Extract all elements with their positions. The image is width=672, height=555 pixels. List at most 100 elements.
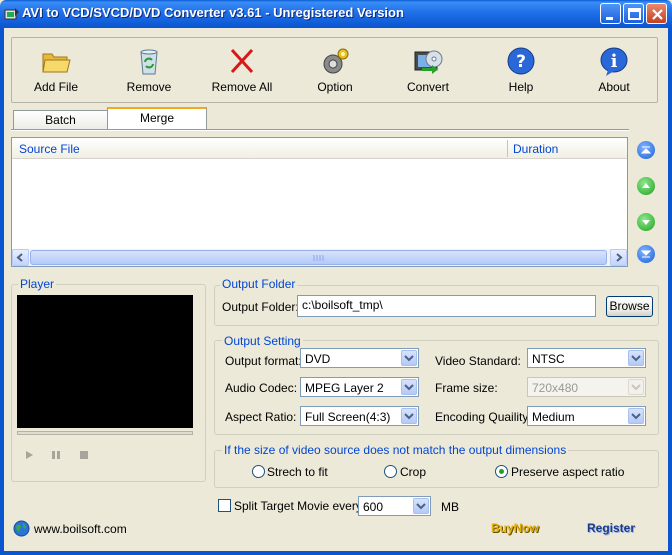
- film-disc-icon: [414, 50, 443, 74]
- info-icon: i: [600, 47, 628, 76]
- move-down-icon: [642, 220, 650, 225]
- move-top-icon: [640, 146, 652, 154]
- scroll-left-button[interactable]: [12, 249, 29, 266]
- play-icon[interactable]: [23, 449, 35, 461]
- move-down-button[interactable]: [637, 213, 655, 231]
- column-duration[interactable]: Duration: [513, 142, 558, 156]
- stretch-to-fit-label[interactable]: Strech to fit: [267, 465, 328, 479]
- close-button[interactable]: [646, 3, 667, 24]
- chevron-down-icon: [628, 379, 644, 395]
- output-folder-label: Output Folder:: [222, 300, 299, 314]
- window-frame-bottom: [0, 551, 672, 555]
- video-preview: [17, 295, 193, 428]
- recycle-bin-icon: [140, 49, 158, 75]
- pause-icon[interactable]: [50, 449, 62, 461]
- maximize-button[interactable]: [623, 3, 644, 24]
- seek-bar[interactable]: [17, 431, 193, 435]
- dimension-title: If the size of video source does not mat…: [222, 443, 569, 457]
- output-setting-title: Output Setting: [222, 334, 303, 348]
- website-link[interactable]: www.boilsoft.com: [34, 522, 127, 536]
- tab-merge[interactable]: Merge: [107, 107, 207, 129]
- remove-all-button[interactable]: Remove All: [207, 46, 277, 100]
- preserve-aspect-ratio-radio[interactable]: [495, 465, 508, 478]
- grip-icon: [313, 255, 324, 261]
- minimize-icon: [606, 17, 613, 20]
- audio-codec-label: Audio Codec:: [225, 381, 298, 395]
- close-icon: [652, 9, 663, 20]
- tab-batch-label: Batch: [45, 113, 76, 127]
- scroll-thumb[interactable]: [30, 250, 607, 265]
- about-button[interactable]: i About: [579, 46, 649, 100]
- red-x-icon: [230, 48, 254, 74]
- crop-radio[interactable]: [384, 465, 397, 478]
- about-label: About: [598, 80, 630, 94]
- aspect-ratio-value: Full Screen(4:3): [305, 410, 391, 424]
- output-folder-field[interactable]: c:\boilsoft_tmp\: [297, 295, 596, 317]
- option-button[interactable]: Option: [300, 46, 370, 100]
- browse-button[interactable]: Browse: [606, 296, 653, 317]
- horizontal-scrollbar[interactable]: [12, 249, 627, 266]
- video-standard-select[interactable]: NTSC: [527, 348, 646, 368]
- remove-button[interactable]: Remove: [114, 46, 184, 100]
- tab-merge-label: Merge: [139, 111, 174, 125]
- output-format-label: Output format:: [225, 354, 302, 368]
- crop-label[interactable]: Crop: [400, 465, 426, 479]
- move-bottom-icon: [640, 250, 652, 258]
- gear-icon: [323, 48, 349, 74]
- frame-size-label: Frame size:: [435, 381, 498, 395]
- split-size-select[interactable]: 600: [358, 496, 431, 516]
- convert-button[interactable]: Convert: [393, 46, 463, 100]
- frame-size-select: 720x480: [527, 377, 646, 397]
- chevron-down-icon: [628, 408, 644, 424]
- split-label[interactable]: Split Target Movie every: [234, 499, 362, 513]
- help-button[interactable]: ? Help: [486, 46, 556, 100]
- chevron-down-icon: [401, 408, 417, 424]
- aspect-ratio-label: Aspect Ratio:: [225, 410, 297, 424]
- buy-now-link[interactable]: BuyNow: [491, 521, 539, 535]
- move-up-button[interactable]: [637, 177, 655, 195]
- window-title: AVI to VCD/SVCD/DVD Converter v3.61 - Un…: [22, 5, 404, 20]
- split-unit: MB: [441, 500, 459, 514]
- move-top-button[interactable]: [637, 141, 655, 159]
- tab-panel-edge: [11, 129, 629, 131]
- scroll-right-button[interactable]: [610, 249, 627, 266]
- output-format-value: DVD: [305, 352, 331, 366]
- aspect-ratio-select[interactable]: Full Screen(4:3): [300, 406, 419, 426]
- encoding-quality-value: Medium: [532, 410, 575, 424]
- svg-text:?: ?: [516, 52, 526, 72]
- chevron-down-icon: [401, 350, 417, 366]
- toolbar: Add File Remove Remove All Option Conver…: [11, 37, 658, 103]
- column-separator: [507, 140, 508, 157]
- app-icon: [4, 8, 19, 20]
- player-title: Player: [18, 277, 57, 291]
- encoding-quality-select[interactable]: Medium: [527, 406, 646, 426]
- move-up-icon: [642, 183, 650, 188]
- frame-size-value: 720x480: [532, 381, 579, 395]
- output-format-select[interactable]: DVD: [300, 348, 419, 368]
- column-source-file[interactable]: Source File: [19, 142, 80, 156]
- move-bottom-button[interactable]: [637, 245, 655, 263]
- remove-label: Remove: [126, 80, 172, 94]
- help-icon: ?: [507, 47, 535, 75]
- arrow-left-icon: [16, 253, 23, 262]
- list-header: Source File Duration: [12, 138, 627, 159]
- title-bar: AVI to VCD/SVCD/DVD Converter v3.61 - Un…: [0, 0, 672, 28]
- video-standard-value: NTSC: [532, 352, 565, 366]
- chevron-down-icon: [628, 350, 644, 366]
- tab-batch[interactable]: Batch: [13, 110, 108, 130]
- stop-icon[interactable]: [78, 449, 90, 461]
- source-file-list[interactable]: Source File Duration: [11, 137, 628, 267]
- register-link[interactable]: Register: [587, 521, 635, 535]
- output-folder-title: Output Folder: [220, 277, 298, 291]
- audio-codec-select[interactable]: MPEG Layer 2: [300, 377, 419, 397]
- globe-icon: [13, 520, 30, 537]
- window-frame-left: [0, 28, 4, 555]
- preserve-aspect-ratio-label[interactable]: Preserve aspect ratio: [511, 465, 624, 479]
- audio-codec-value: MPEG Layer 2: [305, 381, 384, 395]
- stretch-to-fit-radio[interactable]: [252, 465, 265, 478]
- add-file-button[interactable]: Add File: [21, 46, 91, 100]
- add-file-label: Add File: [33, 80, 79, 94]
- split-checkbox[interactable]: [218, 499, 231, 512]
- minimize-button[interactable]: [600, 3, 621, 24]
- chevron-down-icon: [413, 498, 429, 514]
